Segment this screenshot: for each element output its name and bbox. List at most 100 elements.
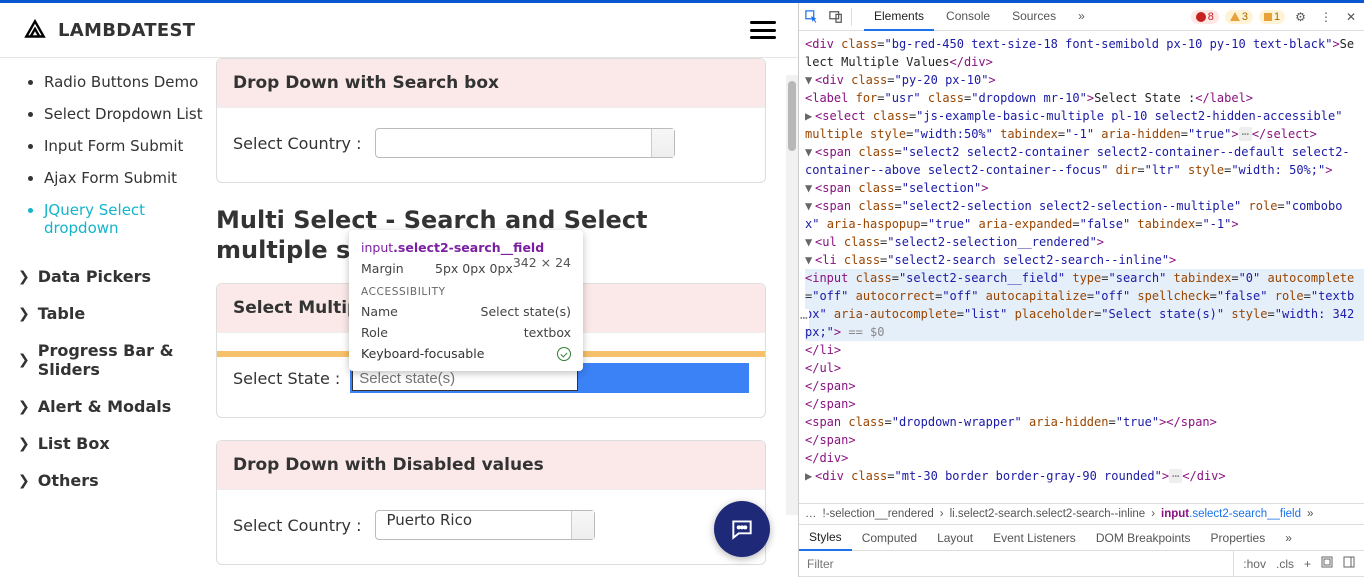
styles-filter-input[interactable] [799,551,1233,576]
dom-line[interactable]: </span> [805,431,1364,449]
error-count-badge[interactable]: 8 [1191,10,1219,24]
styles-filter-row: :hov .cls + [799,551,1364,577]
hamburger-menu-icon[interactable] [750,21,776,39]
chevron-right-icon: ❯ [18,269,30,285]
brand-logo[interactable]: LAMBDATEST [22,17,195,43]
dom-line[interactable]: ▼<span class="select2 select2-container … [805,143,1364,179]
devtools-tab-sources[interactable]: Sources [1002,3,1066,31]
sidebar-item-radio[interactable]: Radio Buttons Demo [44,66,204,98]
vertical-scrollbar[interactable] [786,75,798,515]
sidebar-item-select-dropdown[interactable]: Select Dropdown List [44,98,204,130]
crumb-seg-selected[interactable]: input.select2-search__field [1161,508,1301,520]
sidebar-item-jquery-select[interactable]: JQuery Select dropdown [44,194,204,244]
sidebar-cat-others[interactable]: ❯Others [18,462,204,499]
check-circle-icon [557,347,571,361]
close-icon[interactable]: ✕ [1342,10,1360,24]
dom-line[interactable]: ▼<span class="select2-selection select2-… [805,197,1364,233]
sidebar-cat-table[interactable]: ❯Table [18,295,204,332]
gear-icon[interactable]: ⚙ [1291,10,1310,24]
devtools-tab-elements[interactable]: Elements [864,3,934,31]
dom-line[interactable]: </div> [805,449,1364,467]
devtools-tab-console[interactable]: Console [936,3,1000,31]
warning-count-badge[interactable]: 3 [1225,10,1253,24]
country-select[interactable] [375,128,675,158]
inspect-tooltip: input.select2-search__field 342 × 24 Mar… [349,230,583,371]
dom-line[interactable]: <div class="bg-red-450 text-size-18 font… [805,35,1364,71]
crumb-overflow-right[interactable]: » [1307,508,1313,520]
chat-fab-button[interactable] [714,501,770,557]
inspect-element-icon[interactable] [803,8,821,26]
dom-line[interactable]: </span> [805,377,1364,395]
tooltip-selector-el: input [361,240,393,255]
scrollbar-thumb[interactable] [788,81,796,151]
sidebar-cat-progress[interactable]: ❯Progress Bar & Sliders [18,332,204,388]
sidebar-item-input-form[interactable]: Input Form Submit [44,130,204,162]
devtools-toolbar: Elements Console Sources » 8 3 1 ⚙ ⋮ ✕ [799,3,1364,31]
sidebar-toggle-icon[interactable] [1340,554,1358,573]
card-dropdown-search: Drop Down with Search box Select Country… [216,58,766,183]
dom-line[interactable]: ▼<li class="select2-search select2-searc… [805,251,1364,269]
subtab-properties[interactable]: Properties [1201,526,1276,550]
caret-down-icon [659,141,667,146]
tooltip-margin-value: 5px 0px 0px [435,261,513,276]
issue-count-badge[interactable]: 1 [1259,10,1285,24]
page-header: LAMBDATEST [0,3,798,58]
tooltip-name-value: Select state(s) [481,304,571,319]
select-country-label-2: Select Country : [233,516,361,535]
dom-line[interactable]: </span> [805,395,1364,413]
dom-line[interactable]: ▶<select class="js-example-basic-multipl… [805,107,1364,143]
device-toggle-icon[interactable] [827,8,845,26]
subtab-layout[interactable]: Layout [927,526,983,550]
crumb-overflow-left[interactable]: … [805,508,817,520]
dom-line[interactable]: </li> [805,341,1364,359]
new-style-rule-icon[interactable]: + [1301,555,1314,573]
devtools-panel: Elements Console Sources » 8 3 1 ⚙ ⋮ ✕ ⋯… [798,3,1364,577]
crumb-seg[interactable]: !-selection__rendered [823,508,934,520]
tooltip-role-label: Role [361,325,388,340]
caret-down-icon [579,523,587,528]
country-disabled-select[interactable]: Puerto Rico [375,510,595,540]
hov-toggle[interactable]: :hov [1240,555,1269,573]
subtab-event-listeners[interactable]: Event Listeners [983,526,1086,550]
dom-line[interactable]: <span class="dropdown-wrapper" aria-hidd… [805,413,1364,431]
cls-toggle[interactable]: .cls [1273,555,1297,573]
subtab-computed[interactable]: Computed [852,526,927,550]
sidebar-cat-listbox[interactable]: ❯List Box [18,425,204,462]
chevron-right-icon: ❯ [18,352,30,368]
dom-line[interactable]: <label for="usr" class="dropdown mr-10">… [805,89,1364,107]
sidebar-cat-data-pickers[interactable]: ❯Data Pickers [18,258,204,295]
dom-line[interactable]: ▼<div class="py-20 px-10"> [805,71,1364,89]
sidebar: Radio Buttons Demo Select Dropdown List … [0,58,216,577]
select-value: Puerto Rico [376,506,482,534]
dom-tree[interactable]: ⋯ <div class="bg-red-450 text-size-18 fo… [799,31,1364,503]
tooltip-role-value: textbox [524,325,571,340]
tooltip-margin-label: Margin [361,261,404,276]
sidebar-item-ajax-form[interactable]: Ajax Form Submit [44,162,204,194]
dom-collapse-ellipsis[interactable]: ⋯ [799,309,809,329]
dom-line[interactable]: ▼<ul class="select2-selection__rendered"… [805,233,1364,251]
subtab-overflow[interactable]: » [1275,526,1302,550]
sidebar-cat-alert-modals[interactable]: ❯Alert & Modals [18,388,204,425]
computed-panel-icon[interactable] [1318,554,1336,573]
select-state-label: Select State : [233,369,340,388]
dom-line[interactable]: ▶<div class="mt-30 border border-gray-90… [805,467,1364,485]
subtab-dom-breakpoints[interactable]: DOM Breakpoints [1086,526,1201,550]
chevron-right-icon: ❯ [18,399,30,415]
dom-line-selected[interactable]: <input class="select2-search__field" typ… [805,269,1364,341]
dom-breadcrumb[interactable]: … !-selection__rendered › li.select2-sea… [799,503,1364,524]
tooltip-accessibility-heading: ACCESSIBILITY [361,286,571,298]
dom-line[interactable]: </ul> [805,359,1364,377]
subtab-styles[interactable]: Styles [799,525,852,551]
tooltip-keyboard-label: Keyboard-focusable [361,346,484,361]
tooltip-selector-class: .select2-search__field [393,240,544,255]
devtools-subtabs: Styles Computed Layout Event Listeners D… [799,524,1364,551]
kebab-menu-icon[interactable]: ⋮ [1316,10,1336,24]
devtools-tab-overflow[interactable]: » [1068,3,1095,31]
dom-line[interactable]: ▼<span class="selection"> [805,179,1364,197]
tooltip-name-label: Name [361,304,398,319]
card-disabled-values: Drop Down with Disabled values Select Co… [216,440,766,565]
chevron-right-icon: ❯ [18,306,30,322]
select-country-label: Select Country : [233,134,361,153]
crumb-seg[interactable]: li.select2-search.select2-search--inline [950,508,1146,520]
chevron-right-icon: ❯ [18,436,30,452]
